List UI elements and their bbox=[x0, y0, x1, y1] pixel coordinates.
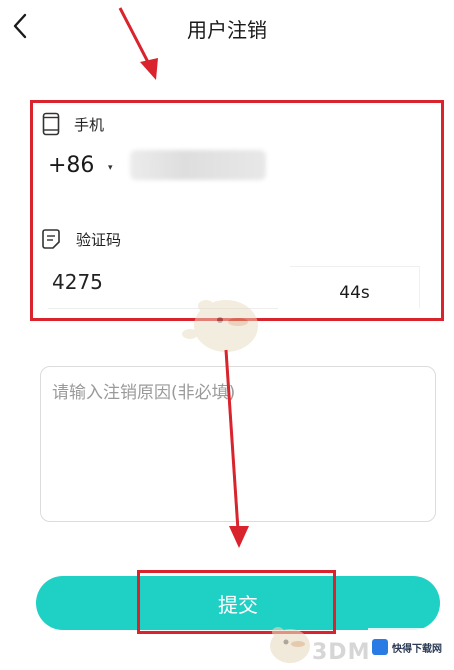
resend-countdown-button[interactable]: 44s bbox=[290, 266, 420, 308]
reason-textarea[interactable] bbox=[52, 378, 424, 510]
verification-code-input[interactable] bbox=[46, 262, 288, 302]
chevron-down-icon[interactable]: ▾ bbox=[108, 163, 113, 173]
country-code-selector[interactable]: +86 bbox=[48, 153, 94, 178]
watermark-text: 3DM bbox=[312, 640, 371, 665]
phone-number-input[interactable] bbox=[130, 150, 266, 180]
document-icon bbox=[42, 229, 60, 249]
phone-label: 手机 bbox=[74, 115, 105, 134]
page-title: 用户注销 bbox=[187, 18, 267, 42]
phone-icon bbox=[42, 112, 60, 136]
header: 用户注销 bbox=[0, 0, 454, 56]
submit-button[interactable]: 提交 bbox=[36, 576, 440, 630]
phone-field-header: 手机 bbox=[42, 112, 104, 136]
code-underline bbox=[48, 308, 278, 309]
code-field-header: 验证码 bbox=[42, 228, 121, 250]
code-label: 验证码 bbox=[76, 230, 122, 249]
watermark-badge: 快得下载网 bbox=[368, 628, 448, 666]
watermark-badge-text: 快得下载网 bbox=[392, 643, 442, 655]
download-site-logo-icon bbox=[372, 639, 388, 655]
submit-label: 提交 bbox=[218, 592, 258, 617]
